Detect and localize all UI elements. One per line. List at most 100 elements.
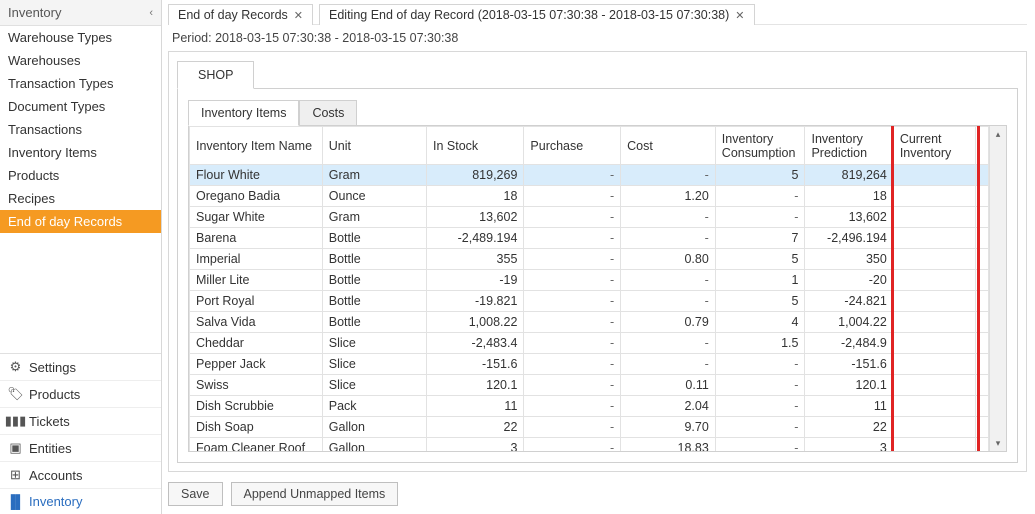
cell[interactable]: Gram <box>322 165 426 186</box>
cell[interactable]: Port Royal <box>190 291 323 312</box>
cell[interactable]: - <box>715 207 805 228</box>
footer-item[interactable]: 🏷Products <box>0 380 161 407</box>
cell[interactable]: 0.11 <box>621 375 716 396</box>
cell[interactable] <box>893 417 975 438</box>
cell[interactable] <box>893 354 975 375</box>
cell[interactable]: Bottle <box>322 228 426 249</box>
sidebar-item[interactable]: Products <box>0 164 161 187</box>
table-row[interactable]: Oregano BadiaOunce18-1.20-18 <box>190 186 989 207</box>
cell[interactable]: 22 <box>427 417 524 438</box>
cell[interactable]: Sugar White <box>190 207 323 228</box>
cell[interactable]: - <box>524 165 621 186</box>
cell[interactable]: Flour White <box>190 165 323 186</box>
cell[interactable]: 0.79 <box>621 312 716 333</box>
cell[interactable] <box>976 375 989 396</box>
cell[interactable]: 7 <box>715 228 805 249</box>
sidebar-item[interactable]: Transaction Types <box>0 72 161 95</box>
cell[interactable] <box>893 165 975 186</box>
cell[interactable]: 18.83 <box>621 438 716 452</box>
table-row[interactable]: CheddarSlice-2,483.4--1.5-2,484.9 <box>190 333 989 354</box>
cell[interactable] <box>893 186 975 207</box>
cell[interactable]: 11 <box>805 396 893 417</box>
cell[interactable]: 4 <box>715 312 805 333</box>
cell[interactable]: - <box>524 228 621 249</box>
cell[interactable]: - <box>621 207 716 228</box>
cell[interactable] <box>893 396 975 417</box>
cell[interactable]: Slice <box>322 333 426 354</box>
col-cost[interactable]: Cost <box>621 127 716 165</box>
sidebar-item[interactable]: Transactions <box>0 118 161 141</box>
cell[interactable]: 1.5 <box>715 333 805 354</box>
close-icon[interactable]: ✕ <box>735 9 744 22</box>
tab-inventory-items[interactable]: Inventory Items <box>188 100 299 126</box>
scroll-up-icon[interactable]: ▴ <box>990 126 1006 142</box>
cell[interactable]: -2,489.194 <box>427 228 524 249</box>
cell[interactable] <box>976 396 989 417</box>
cell[interactable]: 1,008.22 <box>427 312 524 333</box>
cell[interactable]: Oregano Badia <box>190 186 323 207</box>
cell[interactable]: Dish Scrubbie <box>190 396 323 417</box>
cell[interactable]: Barena <box>190 228 323 249</box>
cell[interactable]: 120.1 <box>805 375 893 396</box>
cell[interactable]: Bottle <box>322 312 426 333</box>
cell[interactable]: - <box>524 312 621 333</box>
cell[interactable]: - <box>621 270 716 291</box>
cell[interactable] <box>976 312 989 333</box>
col-curr[interactable]: Current Inventory <box>893 127 975 165</box>
cell[interactable]: 18 <box>427 186 524 207</box>
cell[interactable] <box>976 417 989 438</box>
cell[interactable] <box>976 228 989 249</box>
cell[interactable] <box>893 291 975 312</box>
cell[interactable]: - <box>524 291 621 312</box>
sidebar-item[interactable]: Inventory Items <box>0 141 161 164</box>
cell[interactable]: 1,004.22 <box>805 312 893 333</box>
cell[interactable] <box>893 228 975 249</box>
cell[interactable]: 819,269 <box>427 165 524 186</box>
cell[interactable]: Foam Cleaner Roof <box>190 438 323 452</box>
cell[interactable] <box>976 333 989 354</box>
cell[interactable]: Bottle <box>322 270 426 291</box>
cell[interactable]: Bottle <box>322 291 426 312</box>
cell[interactable] <box>976 291 989 312</box>
cell[interactable]: 5 <box>715 165 805 186</box>
table-row[interactable]: SwissSlice120.1-0.11-120.1 <box>190 375 989 396</box>
cell[interactable]: Pepper Jack <box>190 354 323 375</box>
table-row[interactable]: Miller LiteBottle-19--1-20 <box>190 270 989 291</box>
cell[interactable]: 5 <box>715 291 805 312</box>
col-stock[interactable]: In Stock <box>427 127 524 165</box>
cell[interactable]: - <box>621 291 716 312</box>
sidebar-header[interactable]: Inventory ‹ <box>0 0 161 26</box>
sidebar-item[interactable]: Document Types <box>0 95 161 118</box>
table-row[interactable]: Dish ScrubbiePack11-2.04-11 <box>190 396 989 417</box>
cell[interactable]: -2,496.194 <box>805 228 893 249</box>
cell[interactable]: - <box>524 396 621 417</box>
sidebar-item[interactable]: End of day Records <box>0 210 161 233</box>
col-cons[interactable]: Inventory Consumption <box>715 127 805 165</box>
cell[interactable]: Salva Vida <box>190 312 323 333</box>
col-name[interactable]: Inventory Item Name <box>190 127 323 165</box>
save-button[interactable]: Save <box>168 482 223 506</box>
cell[interactable]: -151.6 <box>805 354 893 375</box>
close-icon[interactable]: ✕ <box>294 9 303 22</box>
cell[interactable]: Bottle <box>322 249 426 270</box>
cell[interactable]: Imperial <box>190 249 323 270</box>
cell[interactable]: - <box>524 417 621 438</box>
append-unmapped-button[interactable]: Append Unmapped Items <box>231 482 399 506</box>
cell[interactable] <box>893 249 975 270</box>
cell[interactable]: Slice <box>322 354 426 375</box>
sidebar-item[interactable]: Recipes <box>0 187 161 210</box>
cell[interactable]: - <box>524 249 621 270</box>
table-row[interactable]: Port RoyalBottle-19.821--5-24.821 <box>190 291 989 312</box>
tab-editing-record[interactable]: Editing End of day Record (2018-03-15 07… <box>319 4 755 25</box>
cell[interactable]: Miller Lite <box>190 270 323 291</box>
table-row[interactable]: Salva VidaBottle1,008.22-0.7941,004.22 <box>190 312 989 333</box>
cell[interactable]: 120.1 <box>427 375 524 396</box>
cell[interactable]: - <box>715 354 805 375</box>
cell[interactable]: - <box>524 333 621 354</box>
cell[interactable]: 13,602 <box>427 207 524 228</box>
cell[interactable]: 355 <box>427 249 524 270</box>
tab-shop[interactable]: SHOP <box>177 61 254 89</box>
cell[interactable]: 5 <box>715 249 805 270</box>
cell[interactable]: Gallon <box>322 438 426 452</box>
sidebar-item[interactable]: Warehouse Types <box>0 26 161 49</box>
